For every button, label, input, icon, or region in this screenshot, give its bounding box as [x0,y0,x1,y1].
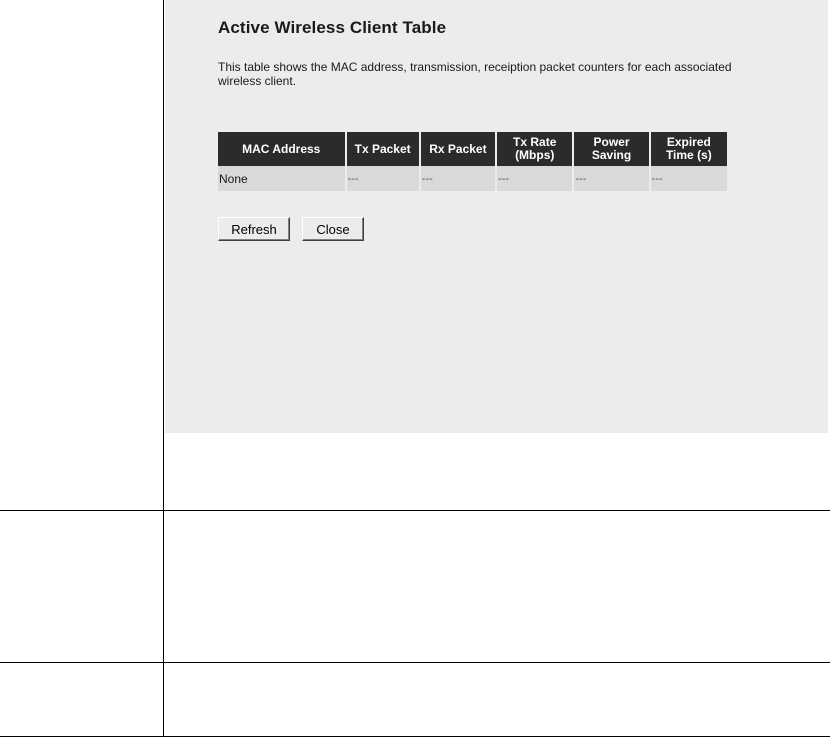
wireless-client-table: MAC Address Tx Packet Rx Packet Tx Rate(… [216,132,729,191]
cell-divider-horizontal [0,662,830,663]
cell-expired-time: --- [650,166,727,191]
table-row: None --- --- --- --- --- [218,166,727,191]
column-header-rx-packet: Rx Packet [420,132,496,166]
column-header-tx-rate: Tx Rate (Mbps) [497,132,573,166]
cell-power-saving: --- [574,166,649,191]
cell-tx-rate: --- [497,166,573,191]
page-description: This table shows the MAC address, transm… [218,60,732,88]
cell-divider-horizontal [0,736,830,737]
cell-mac-address: None [218,166,345,191]
column-header-mac-address: MAC Address [218,132,345,166]
refresh-button[interactable]: Refresh [218,217,290,241]
cell-divider-vertical [163,0,164,737]
page-title: Active Wireless Client Table [218,18,447,37]
cell-divider-horizontal [0,510,830,511]
cell-tx-packet: --- [346,166,419,191]
table-header-row: MAC Address Tx Packet Rx Packet Tx Rate(… [218,132,727,166]
column-header-power-saving: Power Saving [574,132,649,166]
column-header-expired-time: Expired Time (s) [650,132,727,166]
close-button[interactable]: Close [302,217,364,241]
cell-rx-packet: --- [420,166,496,191]
column-header-tx-packet: Tx Packet [346,132,419,166]
active-wireless-client-panel: Active Wireless Client Table This table … [165,0,828,433]
